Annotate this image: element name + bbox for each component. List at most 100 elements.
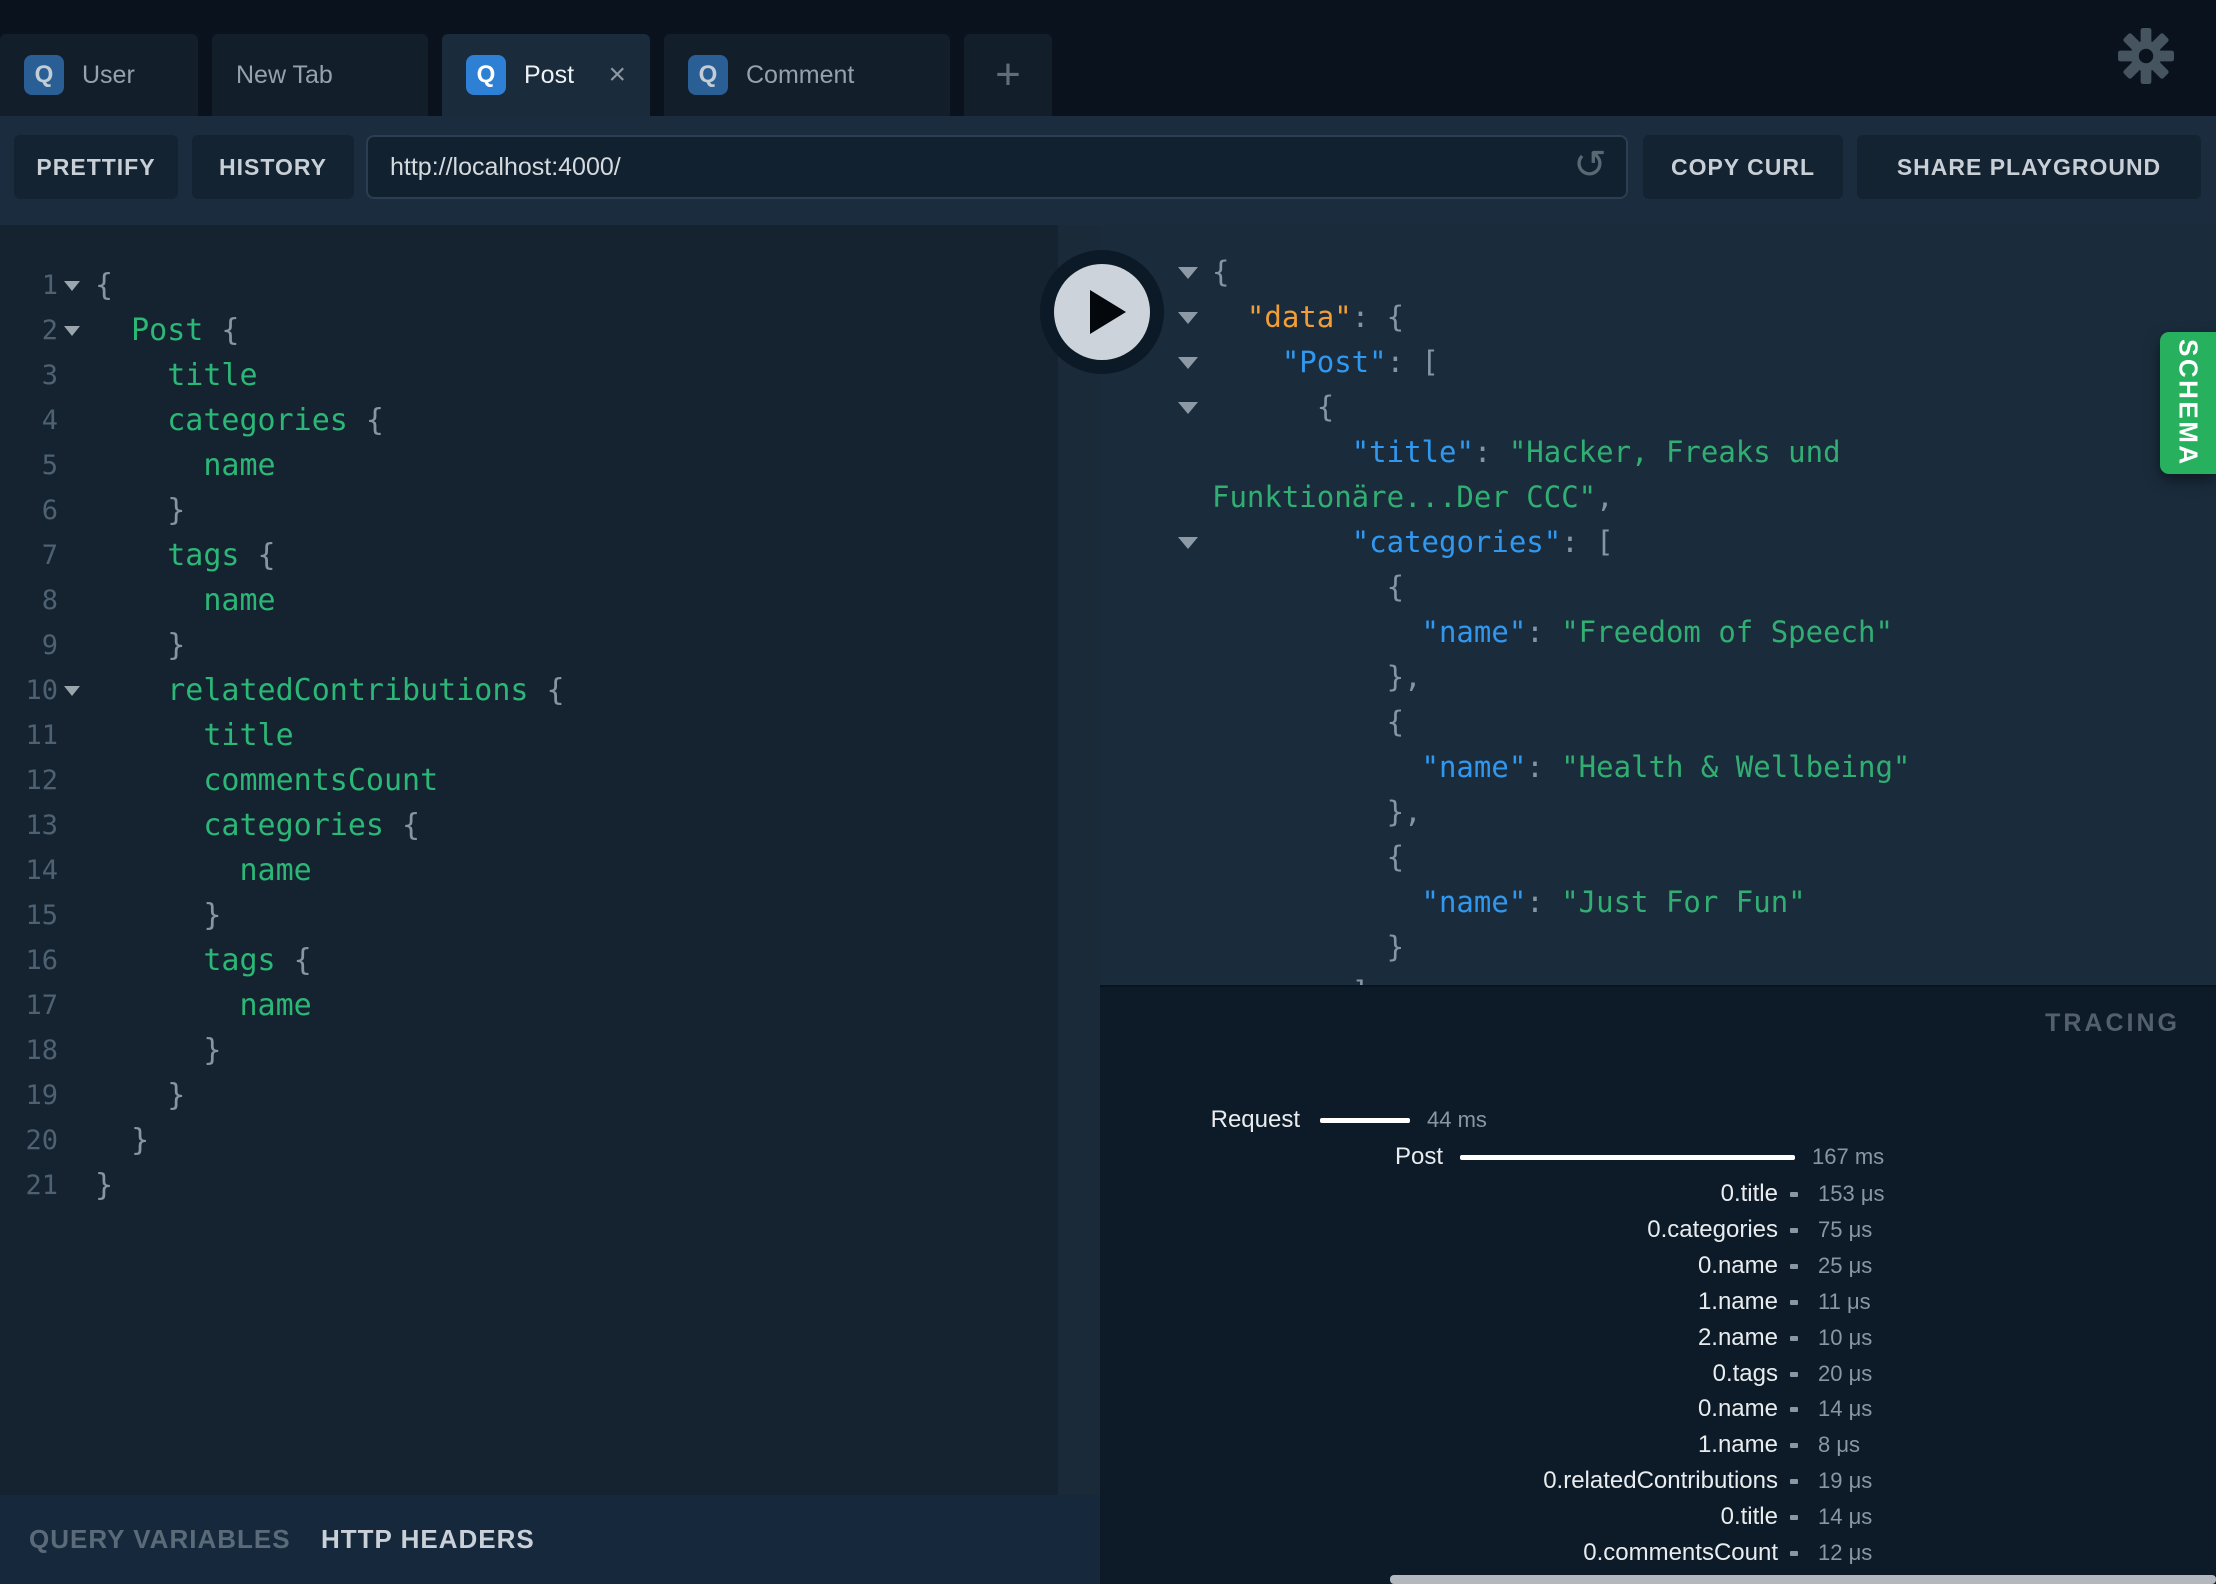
editor-line: 3 title [0,353,1058,398]
line-number: 1 [41,270,58,301]
endpoint-url-input[interactable] [366,135,1628,199]
editor-line: 18 } [0,1028,1058,1073]
trace-span-label: 1.name [1697,1431,1778,1458]
trace-span-duration: 8 μs [1818,1432,1861,1457]
trace-span-duration: 11 μs [1818,1289,1871,1314]
editor-line: 21} [0,1163,1058,1208]
fold-arrow-icon[interactable] [64,686,80,696]
trace-span-label: 0.title [1720,1180,1778,1207]
response-line: ] [1212,970,2112,985]
trace-span-label: 1.name [1697,1288,1778,1315]
tab-strip: Q User New Tab Q Post × Q Comment + [0,34,1052,116]
line-number: 14 [25,855,58,886]
line-number: 8 [41,585,58,616]
separator-dot [1790,1515,1798,1520]
schema-side-tab[interactable]: SCHEMA [2160,332,2216,474]
separator-dot [1790,1336,1798,1341]
trace-span-label: Request [1210,1106,1300,1133]
fold-arrow-icon[interactable] [1178,312,1198,324]
query-editor-code: 1{2 Post {3 title 4 categories {5 name 6 }… [0,263,1058,1208]
line-number: 4 [41,405,58,436]
tab-query-variables[interactable]: QUERY VARIABLES [29,1495,291,1584]
separator-dot [1790,1192,1798,1197]
response-line: { [1178,250,2112,295]
tab-comment[interactable]: Q Comment [664,34,950,116]
close-tab-icon[interactable]: × [608,60,626,90]
fold-arrow-icon[interactable] [1178,267,1198,279]
tab-label: Post [524,60,575,89]
tab-post[interactable]: Q Post × [442,34,650,116]
settings-gear-icon[interactable] [2118,28,2174,84]
code-text: tags { [167,538,276,573]
editor-line: 4 categories { [0,398,1058,443]
query-type-badge: Q [466,55,506,95]
line-number: 5 [41,450,58,481]
response-line: "Post": [ [1178,340,2112,385]
editor-line: 10 relatedContributions { [0,668,1058,713]
prettify-button[interactable]: PRETTIFY [14,135,178,199]
toolbar: PRETTIFY HISTORY ↺ COPY CURL SHARE PLAYG… [0,116,2216,225]
reload-schema-icon[interactable]: ↺ [1562,135,1618,199]
editor-line: 12 commentsCount [0,758,1058,803]
line-number: 13 [25,810,58,841]
play-icon [1054,264,1150,360]
trace-span-label: Post [1394,1143,1443,1170]
trace-row: Request 44 ms [1100,1102,2216,1138]
fold-arrow-icon[interactable] [64,326,80,336]
trace-span-label: 0.name [1697,1252,1778,1279]
separator-dot [1790,1479,1798,1484]
query-editor[interactable]: 1{2 Post {3 title 4 categories {5 name 6 }… [0,225,1058,1495]
code-text: name [203,448,276,483]
response-line: "name": "Freedom of Speech" [1421,615,1893,649]
trace-row: 1.name 8 μs [1100,1427,2216,1463]
copy-curl-button[interactable]: COPY CURL [1643,135,1843,199]
editor-line: 6 } [0,488,1058,533]
line-number: 17 [25,990,58,1021]
fold-arrow-icon[interactable] [1178,537,1198,549]
tracing-title: TRACING [2045,1009,2180,1037]
code-text: } [95,1168,114,1203]
trace-span-duration: 14 μs [1818,1396,1873,1421]
history-button[interactable]: HISTORY [192,135,354,199]
trace-span-duration: 167 ms [1812,1144,1885,1169]
trace-span-duration: 12 μs [1818,1540,1873,1565]
code-text: categories { [167,403,384,438]
line-number: 18 [25,1035,58,1066]
horizontal-scrollbar[interactable] [1390,1575,2216,1584]
line-number: 21 [25,1170,58,1201]
trace-span-duration: 153 μs [1818,1181,1885,1206]
code-text: commentsCount [203,763,439,798]
trace-row: Post 167 ms [1100,1139,2216,1175]
tab-user[interactable]: Q User [0,34,198,116]
editor-line: 19 } [0,1073,1058,1118]
trace-span-duration: 44 ms [1427,1107,1487,1132]
pane-divider[interactable] [1058,225,1100,1495]
fold-arrow-icon[interactable] [1178,357,1198,369]
separator-dot [1790,1300,1798,1305]
fold-arrow-icon[interactable] [64,281,80,291]
editor-line: 2 Post { [0,308,1058,353]
add-tab-button[interactable]: + [964,34,1052,116]
editor-line: 13 categories { [0,803,1058,848]
trace-span-duration: 75 μs [1818,1217,1873,1242]
trace-span-duration: 14 μs [1818,1504,1873,1529]
editor-line: 16 tags { [0,938,1058,983]
separator-dot [1790,1443,1798,1448]
share-playground-button[interactable]: SHARE PLAYGROUND [1857,135,2201,199]
separator-dot [1790,1407,1798,1412]
trace-span-label: 0.relatedContributions [1543,1467,1778,1494]
trace-span-label: 0.name [1697,1395,1778,1422]
response-json: { "data": { "Post": [ { "title": "Hacker… [1178,250,2112,985]
code-text: name [203,583,276,618]
fold-arrow-icon[interactable] [1178,402,1198,414]
tab-new-tab[interactable]: New Tab [212,34,428,116]
response-line: "data": { [1178,295,2112,340]
code-text: title [203,718,294,753]
line-number: 12 [25,765,58,796]
separator-dot [1790,1228,1798,1233]
tab-http-headers[interactable]: HTTP HEADERS [321,1495,535,1584]
execute-query-button[interactable] [1040,250,1164,374]
trace-span-duration: 20 μs [1818,1361,1873,1386]
code-text: } [95,628,186,663]
code-text: } [95,1078,186,1113]
